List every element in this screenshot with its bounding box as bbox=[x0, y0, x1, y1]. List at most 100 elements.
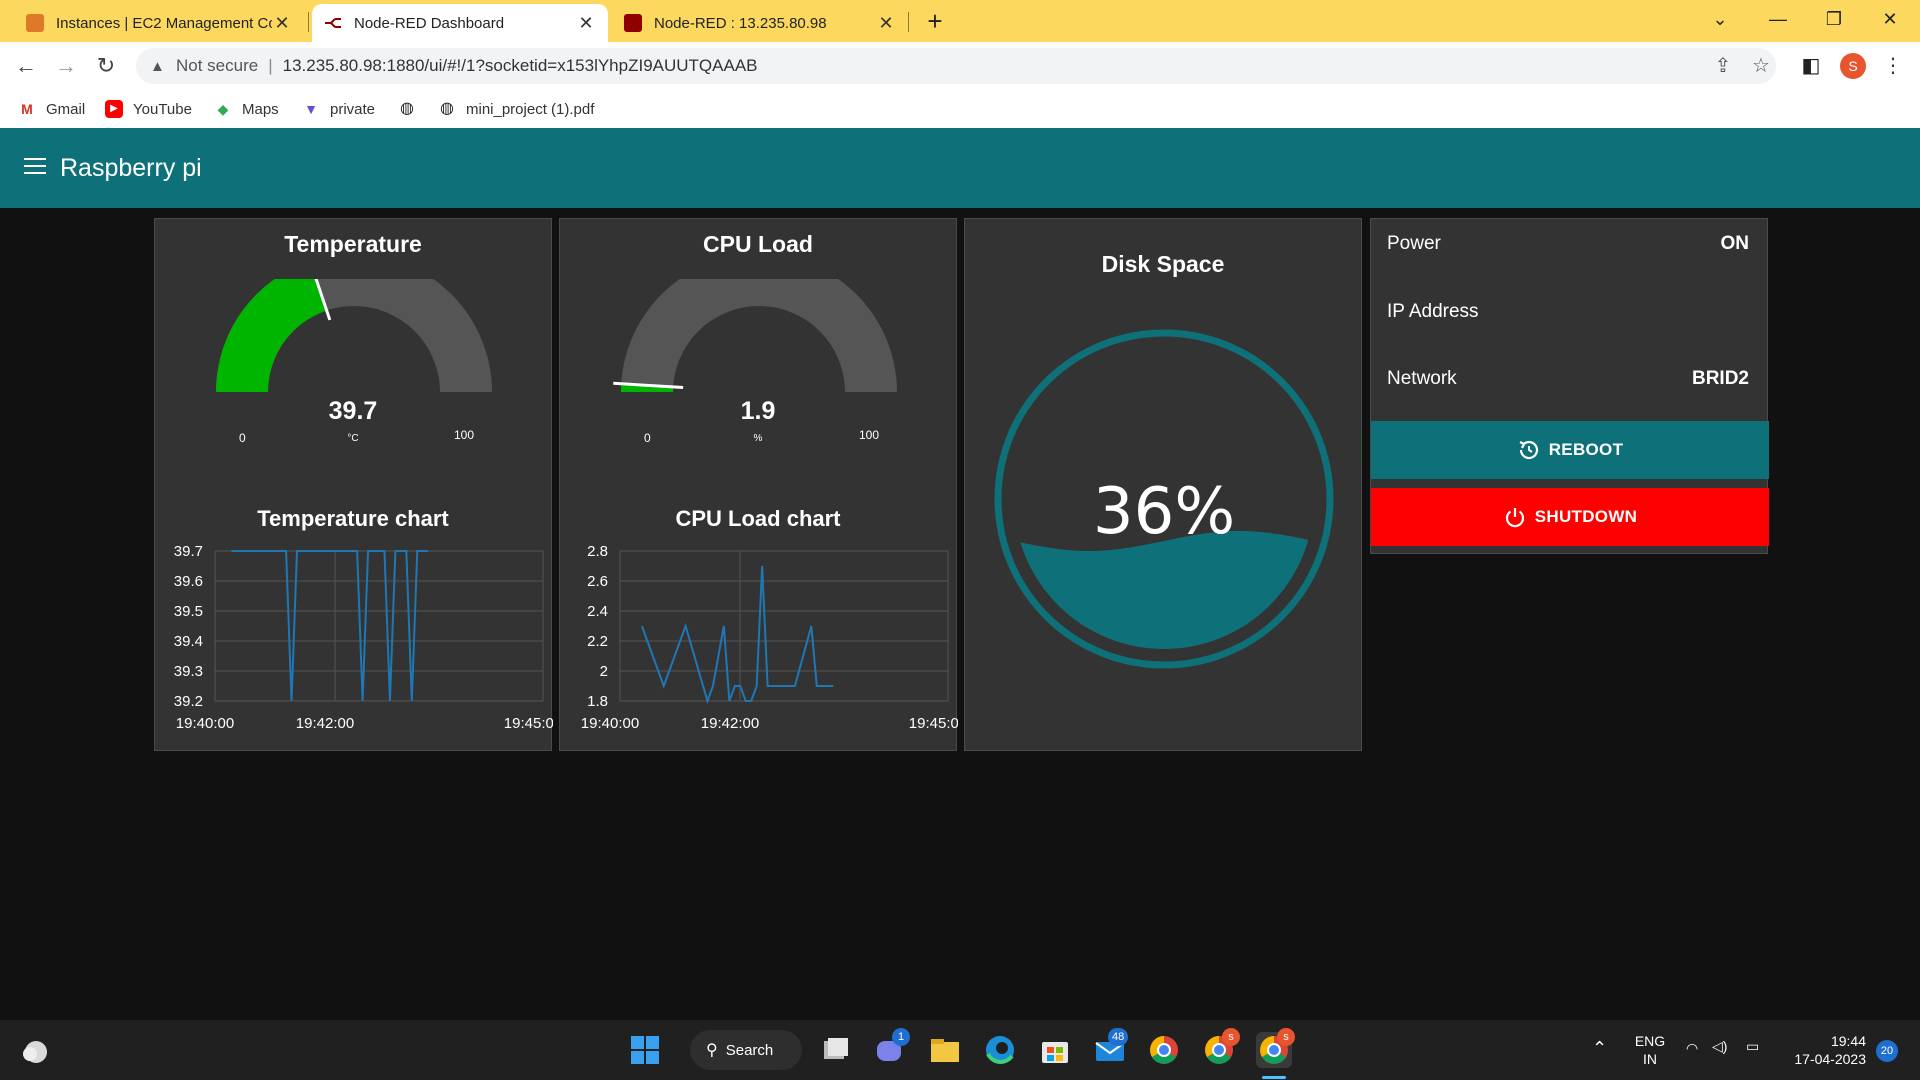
cpu-load-line-chart: 2.8 2.6 2.4 2.2 2 1.8 19:40:00 19:42:00 19:45:00 bbox=[581, 543, 958, 732]
chart-y-tick-label: 2 bbox=[600, 663, 608, 680]
tray-overflow-chevron-icon[interactable]: ⌃ bbox=[1592, 1038, 1607, 1059]
network-label: Network bbox=[1387, 368, 1457, 389]
gauge-max-label: 100 bbox=[859, 428, 880, 442]
chrome-icon[interactable] bbox=[1146, 1032, 1182, 1068]
weather-icon[interactable] bbox=[18, 1032, 54, 1068]
chart-x-tick-label: 19:45:00 bbox=[504, 715, 553, 732]
reboot-label: REBOOT bbox=[1548, 440, 1624, 459]
dashboard-title: Raspberry pi bbox=[60, 154, 202, 182]
temperature-unit: °C bbox=[347, 433, 359, 444]
battery-icon[interactable]: ▭ bbox=[1746, 1038, 1759, 1055]
volume-icon[interactable]: ◁) bbox=[1712, 1038, 1727, 1055]
chart-y-tick-label: 2.2 bbox=[587, 633, 608, 650]
close-tab-icon[interactable]: ✕ bbox=[272, 13, 292, 34]
temperature-card: Temperature 39.7 °C 0 100 Temperature ch… bbox=[154, 218, 553, 751]
globe-icon: ◍ bbox=[440, 100, 454, 117]
maps-icon: ◆ bbox=[217, 101, 229, 117]
share-icon[interactable]: ⇪ bbox=[1708, 48, 1738, 84]
disk-gauge-fill bbox=[1014, 531, 1314, 649]
gauge-track bbox=[621, 279, 897, 392]
file-explorer-icon[interactable] bbox=[927, 1032, 963, 1068]
cpu-load-value: 1.9 bbox=[740, 397, 776, 425]
disk-space-card: Disk Space 36% bbox=[964, 218, 1362, 751]
disk-space-liquid-gauge: 36% bbox=[994, 329, 1334, 669]
bookmark-label: YouTube bbox=[133, 100, 192, 118]
bookmark-youtube[interactable]: ▶ YouTube bbox=[105, 98, 192, 120]
power-row: Power ON bbox=[1371, 219, 1767, 269]
reload-icon[interactable]: ↻ bbox=[90, 50, 122, 82]
clock[interactable]: 19:44 17-04-2023 bbox=[1776, 1032, 1866, 1068]
close-tab-icon[interactable]: ✕ bbox=[576, 13, 596, 34]
cpu-load-chart-title: CPU Load chart bbox=[675, 506, 841, 531]
restore-button[interactable]: ❐ bbox=[1806, 0, 1862, 40]
temperature-chart-title: Temperature chart bbox=[257, 506, 449, 531]
teams-badge: 1 bbox=[892, 1028, 910, 1046]
taskbar-search-button[interactable]: ⚲ Search bbox=[690, 1030, 802, 1070]
side-panel-icon[interactable]: ◧ bbox=[1796, 48, 1826, 84]
wifi-icon[interactable]: ◠ bbox=[1686, 1040, 1698, 1057]
bookmark-star-icon[interactable]: ☆ bbox=[1746, 48, 1776, 84]
dashboard-header: Raspberry pi bbox=[0, 128, 1920, 208]
node-red-favicon-icon bbox=[324, 14, 342, 32]
minimize-button[interactable]: — bbox=[1750, 0, 1806, 40]
chart-x-tick-label: 19:40:00 bbox=[581, 715, 639, 732]
network-row: Network BRID2 bbox=[1371, 354, 1767, 404]
close-tab-icon[interactable]: ✕ bbox=[876, 13, 896, 34]
power-label: Power bbox=[1387, 233, 1441, 254]
chart-y-tick-label: 39.2 bbox=[174, 693, 203, 710]
bookmark-gmail[interactable]: M Gmail bbox=[18, 98, 85, 120]
active-app-indicator bbox=[1262, 1076, 1286, 1079]
clock-time: 19:44 bbox=[1830, 1033, 1866, 1049]
close-window-button[interactable]: ✕ bbox=[1862, 0, 1918, 40]
new-tab-button[interactable]: + bbox=[920, 6, 950, 36]
youtube-icon: ▶ bbox=[105, 100, 123, 118]
reboot-button[interactable]: REBOOT bbox=[1371, 421, 1769, 479]
tab-title: Instances | EC2 Management Cor bbox=[56, 14, 272, 32]
task-view-icon[interactable] bbox=[818, 1032, 854, 1068]
power-value: ON bbox=[1720, 233, 1750, 254]
chart-x-tick-label: 19:40:00 bbox=[176, 715, 234, 732]
temperature-gauge bbox=[216, 279, 492, 392]
back-arrow-icon[interactable]: ← bbox=[10, 50, 42, 82]
cpu-load-title: CPU Load bbox=[703, 231, 813, 257]
security-label[interactable]: Not secure bbox=[176, 56, 258, 76]
cpu-load-card: CPU Load 1.9 % 0 100 CPU Load chart 2.8 2… bbox=[559, 218, 958, 751]
bookmark-maps[interactable]: ◆ Maps bbox=[214, 98, 279, 120]
chart-y-tick-label: 2.6 bbox=[587, 573, 608, 590]
windows-start-icon[interactable] bbox=[627, 1032, 663, 1068]
temperature-value: 39.7 bbox=[328, 397, 378, 425]
bookmark-globe[interactable]: ◍ bbox=[398, 98, 426, 120]
url-text[interactable]: 13.235.80.98:1880/ui/#!/1?socketid=x153l… bbox=[283, 56, 758, 76]
tab-search-chevron-icon[interactable]: ⌄ bbox=[1692, 0, 1748, 40]
shutdown-button[interactable]: SHUTDOWN bbox=[1371, 488, 1769, 546]
bookmark-private[interactable]: ▼ private bbox=[302, 98, 375, 120]
globe-icon: ◍ bbox=[400, 100, 414, 117]
hamburger-menu-icon[interactable] bbox=[24, 158, 46, 176]
ip-address-row: IP Address bbox=[1371, 287, 1767, 337]
disk-space-value: 36% bbox=[1093, 475, 1235, 549]
bookmark-mini-project[interactable]: ◍ mini_project (1).pdf bbox=[438, 98, 594, 120]
chrome-profile-badge: s bbox=[1222, 1028, 1240, 1046]
tab-ec2-instances[interactable]: Instances | EC2 Management Cor ✕ bbox=[14, 4, 304, 42]
omnibox[interactable]: ▲ Not secure | 13.235.80.98:1880/ui/#!/1… bbox=[136, 48, 1776, 84]
aws-favicon-icon bbox=[26, 14, 44, 32]
notification-badge[interactable]: 20 bbox=[1876, 1040, 1898, 1062]
microsoft-store-icon[interactable] bbox=[1037, 1032, 1073, 1068]
status-controls-card: Power ON IP Address Network BRID2 REBOOT… bbox=[1370, 218, 1769, 554]
language-indicator[interactable]: ENG IN bbox=[1630, 1032, 1670, 1068]
kebab-menu-icon[interactable]: ⋮ bbox=[1878, 48, 1908, 84]
tab-node-red-editor[interactable]: Node-RED : 13.235.80.98 ✕ bbox=[612, 4, 908, 42]
warning-triangle-icon[interactable]: ▲ bbox=[150, 58, 168, 75]
tab-node-red-dashboard[interactable]: Node-RED Dashboard ✕ bbox=[312, 4, 608, 42]
region-code: IN bbox=[1643, 1051, 1657, 1067]
bookmark-label: Maps bbox=[242, 100, 279, 118]
profile-avatar[interactable]: S bbox=[1840, 53, 1866, 79]
bookmark-label: private bbox=[330, 100, 376, 118]
omnibox-divider: | bbox=[268, 56, 273, 75]
cpu-load-gauge bbox=[613, 279, 897, 392]
forward-arrow-icon[interactable]: → bbox=[50, 50, 82, 82]
network-value: BRID2 bbox=[1691, 368, 1749, 389]
chart-y-tick-label: 1.8 bbox=[587, 693, 608, 710]
edge-browser-icon[interactable] bbox=[982, 1032, 1018, 1068]
gauge-max-label: 100 bbox=[454, 428, 475, 442]
